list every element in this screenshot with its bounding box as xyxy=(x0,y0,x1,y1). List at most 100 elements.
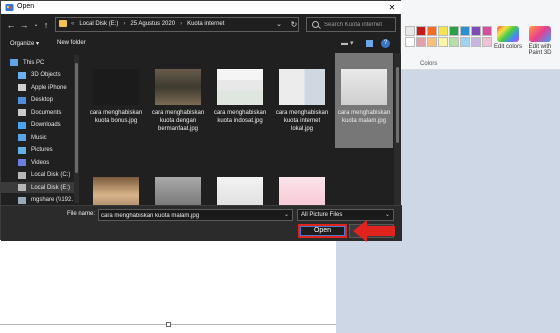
up-arrow-icon[interactable]: ↑ xyxy=(41,19,51,31)
chevron-down-icon[interactable]: ⌄ xyxy=(284,211,289,218)
color-swatch[interactable] xyxy=(405,37,415,47)
breadcrumb-local-disk[interactable]: Local Disk (E:) xyxy=(79,21,118,27)
search-input[interactable] xyxy=(324,19,392,30)
color-wheel-icon xyxy=(497,26,519,42)
close-button[interactable]: ✕ xyxy=(385,1,399,14)
sidebar-item[interactable]: Downloads xyxy=(1,120,75,131)
organize-button[interactable]: Organize ▾ xyxy=(10,40,39,47)
color-palette[interactable] xyxy=(405,26,493,50)
breadcrumb-separator: › xyxy=(180,21,183,27)
breadcrumb-overflow[interactable]: « xyxy=(71,21,74,27)
color-swatch[interactable] xyxy=(460,26,470,36)
dialog-title: Open xyxy=(17,3,35,10)
new-folder-button[interactable]: New folder xyxy=(57,40,86,46)
file-list-scrollbar[interactable] xyxy=(394,53,401,205)
cube-icon xyxy=(18,71,26,79)
video-icon xyxy=(18,159,26,166)
sidebar-item[interactable]: This PC xyxy=(1,57,75,68)
color-swatch[interactable] xyxy=(416,37,426,47)
sidebar-item[interactable]: 3D Objects xyxy=(1,70,75,81)
search-icon xyxy=(312,21,319,28)
file-tile[interactable]: cara menghabiskan kuota malam.jpg xyxy=(335,53,393,148)
image-thumbnail xyxy=(217,69,263,105)
sidebar-item[interactable]: Local Disk (C:) xyxy=(1,170,75,181)
address-history-chevron-icon[interactable]: ⌄ xyxy=(276,20,282,28)
breadcrumb-current-folder[interactable]: Kuota internet xyxy=(187,21,224,27)
color-swatch[interactable] xyxy=(482,26,492,36)
sidebar-item[interactable]: Apple iPhone xyxy=(1,82,75,93)
image-thumbnail xyxy=(279,69,325,105)
navigation-pane: This PC 3D Objects Apple iPhone Desktop Docu… xyxy=(1,53,79,205)
scrollbar-thumb[interactable] xyxy=(396,67,399,143)
sidebar-item-label: Videos xyxy=(31,159,50,166)
search-box[interactable] xyxy=(306,17,396,32)
help-button[interactable]: ? xyxy=(381,39,390,48)
color-swatch[interactable] xyxy=(449,26,459,36)
preview-pane-icon[interactable] xyxy=(366,40,373,47)
sidebar-item-label: Apple iPhone xyxy=(31,84,67,91)
desktop-icon xyxy=(18,96,26,104)
open-button[interactable]: Open xyxy=(298,224,347,238)
forward-arrow-icon[interactable]: → xyxy=(19,19,29,31)
refresh-icon: ↻ xyxy=(290,20,298,29)
sidebar-item[interactable]: Desktop xyxy=(1,95,75,106)
chevron-down-icon[interactable]: ⌄ xyxy=(31,19,41,31)
canvas-resize-handle[interactable] xyxy=(166,322,171,327)
dialog-titlebar[interactable]: Open ✕ xyxy=(1,1,402,14)
chevron-down-icon: ⌄ xyxy=(384,212,390,218)
breadcrumb-folder-date[interactable]: 25 Agustus 2020 xyxy=(130,21,175,27)
file-tile[interactable]: cara menghabiskan kuota dengan bermanfaa… xyxy=(149,53,207,148)
color-swatch[interactable] xyxy=(438,37,448,47)
sidebar-item-label: Desktop xyxy=(31,97,54,103)
file-name: cara menghabiskan kuota internet lokal.j… xyxy=(275,110,329,132)
sidebar-item-label: This PC xyxy=(23,59,45,66)
color-swatch[interactable] xyxy=(449,37,459,47)
back-arrow-icon[interactable]: ← xyxy=(6,19,16,31)
sidebar-item[interactable]: Videos xyxy=(1,157,75,168)
refresh-button[interactable]: ↻ xyxy=(287,17,301,32)
sidebar-item[interactable]: Local Disk (E:) xyxy=(1,182,75,193)
color-swatch[interactable] xyxy=(471,26,481,36)
file-tile[interactable]: cara menghabiskan kuota bonus.jpg xyxy=(87,53,145,148)
sidebar-item[interactable]: mgshare (\\192. xyxy=(1,195,75,206)
phone-icon xyxy=(18,84,26,91)
command-bar: Organize ▾ New folder ▬ ▾ ? xyxy=(1,37,402,51)
file-tile[interactable]: cara xyxy=(149,161,207,205)
color-swatch[interactable] xyxy=(427,26,437,36)
color-swatch[interactable] xyxy=(471,37,481,47)
color-swatch[interactable] xyxy=(416,26,426,36)
edit-colors-button[interactable]: Edit colors xyxy=(493,26,523,50)
color-swatch[interactable] xyxy=(482,37,492,47)
navigation-pane-scrollbar[interactable] xyxy=(74,55,79,203)
open-dialog: Open ✕ ← → ⌄ ↑ « Local Disk (E:) › 25 Ag… xyxy=(0,0,402,241)
file-name: cara menghabiskan kuota indosat.jpg xyxy=(213,110,267,124)
file-tile[interactable]: cara menghemat kuota.jpg xyxy=(211,161,269,205)
file-tile[interactable]: cara menghabiskan kuota internet lokal.j… xyxy=(273,53,331,148)
sidebar-item-label: 3D Objects xyxy=(31,72,61,78)
file-name-combobox[interactable]: ⌄ xyxy=(98,209,293,221)
breadcrumb: « Local Disk (E:) › 25 Agustus 2020 › Ku… xyxy=(71,21,224,27)
file-name: cara menghabiskan kuota bonus.jpg xyxy=(89,110,143,124)
address-bar[interactable]: « Local Disk (E:) › 25 Agustus 2020 › Ku… xyxy=(55,17,299,32)
red-pointer-arrow-icon xyxy=(353,220,395,242)
change-view-icon[interactable]: ▬ ▾ xyxy=(341,39,355,48)
color-swatch[interactable] xyxy=(427,37,437,47)
computer-icon xyxy=(10,59,18,66)
sidebar-item-label: mgshare (\\192. xyxy=(31,197,74,203)
sidebar-item-label: Downloads xyxy=(31,122,61,128)
sidebar-item[interactable]: Pictures xyxy=(1,145,75,156)
color-swatch[interactable] xyxy=(460,37,470,47)
file-name-input[interactable] xyxy=(101,211,273,220)
edit-with-paint3d-button[interactable]: Edit with Paint 3D xyxy=(522,26,558,56)
pictures-icon xyxy=(18,146,26,154)
sidebar-item[interactable]: Music xyxy=(1,132,75,143)
color-swatch[interactable] xyxy=(438,26,448,36)
file-tile[interactable]: cara menghabiskan kuota indosat.jpg xyxy=(211,53,269,148)
color-swatch[interactable] xyxy=(405,26,415,36)
paint-app-icon xyxy=(5,4,14,11)
file-tile[interactable] xyxy=(87,161,145,205)
colors-label: Colors xyxy=(420,61,438,67)
scrollbar-thumb[interactable] xyxy=(75,63,78,173)
sidebar-item[interactable]: Documents xyxy=(1,107,75,118)
file-tile[interactable]: skema-kuota-tri-ding-bonus.png xyxy=(273,161,331,205)
